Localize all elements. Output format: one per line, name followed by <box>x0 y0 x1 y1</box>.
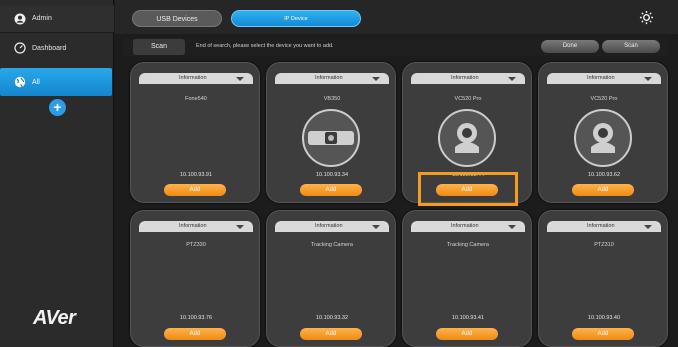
add-device-button[interactable]: Add <box>300 184 362 196</box>
chevron-down-icon <box>372 77 380 81</box>
chevron-down-icon <box>236 77 244 81</box>
device-ip: 10.100.93.40 <box>587 315 621 321</box>
add-device-button[interactable]: Add <box>572 184 634 196</box>
sidebar-item-all[interactable]: All <box>0 68 112 96</box>
ptz-camera-icon <box>436 107 498 169</box>
tab-usb-devices[interactable]: USB Devices <box>132 10 222 27</box>
scan-bar: Scan End of search, please select the de… <box>123 38 668 56</box>
information-dropdown[interactable]: Information <box>275 221 389 232</box>
sidebar-item-dashboard[interactable]: Dashboard <box>0 34 114 62</box>
device-ip: 10.100.93.62 <box>587 172 621 178</box>
sidebar-item-label: Dashboard <box>32 44 67 52</box>
sidebar-user[interactable]: Admin <box>0 5 114 33</box>
device-ip: 10.100.93.32 <box>315 315 349 321</box>
device-model: PTZ330 <box>186 242 206 248</box>
information-dropdown[interactable]: Information <box>547 73 661 84</box>
information-dropdown[interactable]: Information <box>411 73 525 84</box>
device-card: Information VB350 10.100.93.34 Add <box>266 62 396 203</box>
device-card: Information Fone540 10.100.93.91 Add <box>130 62 260 203</box>
chevron-down-icon <box>508 77 516 81</box>
device-model: Fone540 <box>185 96 207 102</box>
device-ip: 10.100.93.76 <box>179 315 213 321</box>
scan-button[interactable]: Scan <box>133 39 185 55</box>
top-bar: USB Devices IP Device <box>115 0 678 34</box>
bar-camera-icon <box>300 107 362 169</box>
dashboard-icon <box>14 42 26 54</box>
device-model: VC520 Pro <box>454 96 482 102</box>
add-device-button[interactable]: Add <box>572 328 634 340</box>
information-label: Information <box>587 223 615 229</box>
information-dropdown[interactable]: Information <box>139 73 253 84</box>
globe-icon <box>14 76 26 88</box>
chevron-down-icon <box>236 225 244 229</box>
add-group-button[interactable]: + <box>49 99 66 116</box>
device-model: Tracking Camera <box>311 242 353 248</box>
device-model: VC520 Pro <box>590 96 618 102</box>
ptz-camera-icon <box>572 107 634 169</box>
information-dropdown[interactable]: Information <box>411 221 525 232</box>
device-card: Information PTZ330 10.100.93.76 Add <box>130 210 260 347</box>
highlight-box <box>418 172 518 206</box>
chevron-down-icon <box>644 77 652 81</box>
scan-status-message: End of search, please select the device … <box>196 43 334 49</box>
chevron-down-icon <box>372 225 380 229</box>
information-dropdown[interactable]: Information <box>139 221 253 232</box>
device-card: Information VC520 Pro 10.100.93.62 Add <box>538 62 668 203</box>
information-label: Information <box>179 75 207 81</box>
information-label: Information <box>315 223 343 229</box>
sidebar-user-label: Admin <box>32 15 52 22</box>
chevron-down-icon <box>644 225 652 229</box>
information-label: Information <box>451 75 479 81</box>
device-card: Information Tracking Camera 10.100.93.41… <box>402 210 532 347</box>
device-model: Tracking Camera <box>447 242 489 248</box>
add-device-button[interactable]: Add <box>164 184 226 196</box>
rescan-button[interactable]: Scan <box>602 40 660 53</box>
device-card: Information PTZ310 10.100.93.40 Add <box>538 210 668 347</box>
device-ip: 10.100.93.41 <box>451 315 485 321</box>
information-label: Information <box>451 223 479 229</box>
chevron-down-icon <box>508 225 516 229</box>
gear-icon[interactable] <box>639 10 654 25</box>
device-card: Information Tracking Camera 10.100.93.32… <box>266 210 396 347</box>
tab-ip-device[interactable]: IP Device <box>231 10 361 27</box>
information-label: Information <box>179 223 207 229</box>
brand-logo: AVer <box>33 307 76 329</box>
add-device-button[interactable]: Add <box>436 328 498 340</box>
information-label: Information <box>315 75 343 81</box>
add-device-button[interactable]: Add <box>300 328 362 340</box>
device-model: VB350 <box>323 96 341 102</box>
done-button[interactable]: Done <box>541 40 599 53</box>
information-dropdown[interactable]: Information <box>547 221 661 232</box>
device-ip: 10.100.93.34 <box>315 172 349 178</box>
device-ip: 10.100.93.91 <box>179 172 213 178</box>
sidebar-item-label: All <box>32 78 40 86</box>
device-model: PTZ310 <box>594 242 614 248</box>
add-device-button[interactable]: Add <box>164 328 226 340</box>
sidebar: Admin Dashboard All + AVer <box>0 0 114 347</box>
information-dropdown[interactable]: Information <box>275 73 389 84</box>
information-label: Information <box>587 75 615 81</box>
user-icon <box>14 13 26 25</box>
